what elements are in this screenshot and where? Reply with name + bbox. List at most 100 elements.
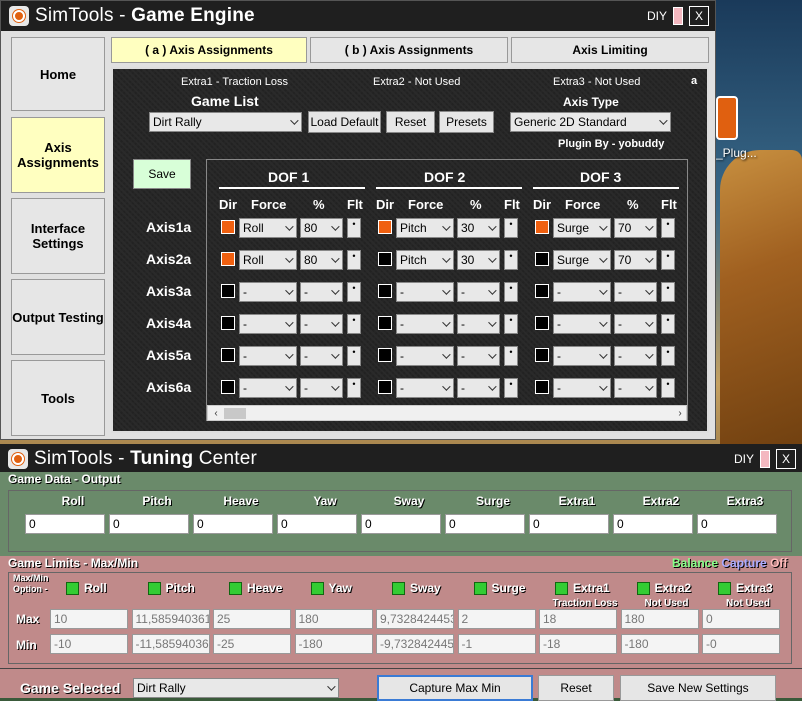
filter-button[interactable]: • bbox=[661, 378, 675, 398]
nav-output-testing[interactable]: Output Testing bbox=[11, 279, 105, 355]
direction-checkbox[interactable] bbox=[221, 348, 235, 362]
direction-checkbox[interactable] bbox=[221, 284, 235, 298]
limit-extra1-max[interactable]: 18 bbox=[539, 609, 617, 629]
percent-select[interactable]: - bbox=[457, 314, 500, 334]
tab-axis-limiting[interactable]: Axis Limiting bbox=[511, 37, 709, 63]
direction-checkbox[interactable] bbox=[378, 252, 392, 266]
limit-extra3-max[interactable]: 0 bbox=[702, 609, 780, 629]
direction-checkbox[interactable] bbox=[378, 316, 392, 330]
force-select[interactable]: Pitch bbox=[396, 250, 454, 270]
percent-select[interactable]: 30 bbox=[457, 250, 500, 270]
scrollbar-thumb[interactable] bbox=[224, 408, 246, 419]
direction-checkbox[interactable] bbox=[378, 380, 392, 394]
axis-type-select[interactable]: Generic 2D Standard bbox=[510, 112, 671, 132]
scroll-right-icon[interactable]: › bbox=[674, 408, 686, 420]
percent-select[interactable]: - bbox=[300, 346, 343, 366]
direction-checkbox[interactable] bbox=[221, 252, 235, 266]
limit-extra3-min[interactable]: -0 bbox=[702, 634, 780, 654]
direction-checkbox[interactable] bbox=[535, 348, 549, 362]
filter-button[interactable]: • bbox=[661, 282, 675, 302]
force-select[interactable]: - bbox=[396, 346, 454, 366]
percent-select[interactable]: 30 bbox=[457, 218, 500, 238]
nav-interface-settings[interactable]: Interface Settings bbox=[11, 198, 105, 274]
percent-select[interactable]: 70 bbox=[614, 218, 657, 238]
desktop-icon-label[interactable]: _Plug... bbox=[716, 146, 757, 160]
limit-extra2-min[interactable]: -180 bbox=[620, 634, 699, 654]
save-button[interactable]: Save bbox=[133, 159, 191, 189]
tab-axis-assignments-a[interactable]: ( a ) Axis Assignments bbox=[111, 37, 307, 63]
limit-heave-checkbox[interactable] bbox=[229, 582, 242, 595]
filter-button[interactable]: • bbox=[504, 250, 518, 270]
limit-roll-min[interactable]: -10 bbox=[50, 634, 128, 654]
limit-extra1-checkbox[interactable] bbox=[555, 582, 568, 595]
force-select[interactable]: - bbox=[553, 346, 611, 366]
direction-checkbox[interactable] bbox=[378, 348, 392, 362]
scroll-left-icon[interactable]: ‹ bbox=[210, 408, 222, 420]
limit-sway-max[interactable]: 9,7328424453 bbox=[376, 609, 454, 629]
limit-surge-min[interactable]: -1 bbox=[457, 634, 536, 654]
limit-surge-max[interactable]: 2 bbox=[457, 609, 536, 629]
filter-button[interactable]: • bbox=[347, 282, 361, 302]
game-engine-titlebar[interactable]: SimTools - Game Engine DIY X bbox=[1, 1, 715, 31]
force-select[interactable]: Surge bbox=[553, 250, 611, 270]
dof-grid-scrollbar[interactable]: ‹ › bbox=[207, 405, 687, 421]
load-default-button[interactable]: Load Default bbox=[308, 111, 381, 133]
direction-checkbox[interactable] bbox=[535, 380, 549, 394]
direction-checkbox[interactable] bbox=[378, 284, 392, 298]
desktop-plugin-icon[interactable] bbox=[716, 96, 738, 140]
percent-select[interactable]: - bbox=[300, 314, 343, 334]
direction-checkbox[interactable] bbox=[535, 284, 549, 298]
percent-select[interactable]: 80 bbox=[300, 250, 343, 270]
filter-button[interactable]: • bbox=[504, 378, 518, 398]
filter-button[interactable]: • bbox=[347, 314, 361, 334]
force-select[interactable]: - bbox=[396, 314, 454, 334]
direction-checkbox[interactable] bbox=[535, 220, 549, 234]
tab-axis-assignments-b[interactable]: ( b ) Axis Assignments bbox=[310, 37, 508, 63]
filter-button[interactable]: • bbox=[661, 250, 675, 270]
save-new-settings-button[interactable]: Save New Settings bbox=[620, 675, 776, 701]
tuning-titlebar[interactable]: SimTools - Tuning Center DIY X bbox=[0, 444, 802, 474]
percent-select[interactable]: 80 bbox=[300, 218, 343, 238]
limit-sway-checkbox[interactable] bbox=[392, 582, 405, 595]
nav-tools[interactable]: Tools bbox=[11, 360, 105, 436]
limit-yaw-checkbox[interactable] bbox=[310, 582, 324, 595]
close-button[interactable]: X bbox=[776, 449, 796, 469]
percent-select[interactable]: - bbox=[614, 282, 657, 302]
reset-button[interactable]: Reset bbox=[386, 111, 435, 133]
reset-button[interactable]: Reset bbox=[538, 675, 614, 701]
filter-button[interactable]: • bbox=[661, 346, 675, 366]
percent-select[interactable]: - bbox=[614, 314, 657, 334]
presets-button[interactable]: Presets bbox=[439, 111, 494, 133]
force-select[interactable]: Roll bbox=[239, 250, 297, 270]
force-select[interactable]: - bbox=[396, 282, 454, 302]
close-button[interactable]: X bbox=[689, 6, 709, 26]
percent-select[interactable]: 70 bbox=[614, 250, 657, 270]
limit-sway-min[interactable]: -9,7328424453 bbox=[376, 634, 454, 654]
direction-checkbox[interactable] bbox=[535, 252, 549, 266]
force-select[interactable]: Pitch bbox=[396, 218, 454, 238]
percent-select[interactable]: - bbox=[457, 346, 500, 366]
filter-button[interactable]: • bbox=[661, 218, 675, 238]
limit-heave-max[interactable]: 25 bbox=[213, 609, 291, 629]
limit-roll-max[interactable]: 10 bbox=[50, 609, 128, 629]
nav-axis-assignments[interactable]: Axis Assignments bbox=[11, 117, 105, 193]
force-select[interactable]: - bbox=[239, 378, 297, 398]
game-list-select[interactable]: Dirt Rally bbox=[149, 112, 302, 132]
force-select[interactable]: Roll bbox=[239, 218, 297, 238]
direction-checkbox[interactable] bbox=[378, 220, 392, 234]
filter-button[interactable]: • bbox=[661, 314, 675, 334]
filter-button[interactable]: • bbox=[347, 346, 361, 366]
limit-extra3-checkbox[interactable] bbox=[718, 582, 731, 595]
limit-surge-checkbox[interactable] bbox=[473, 582, 487, 595]
direction-checkbox[interactable] bbox=[221, 380, 235, 394]
filter-button[interactable]: • bbox=[347, 250, 361, 270]
limit-pitch-min[interactable]: -11,585940361 bbox=[131, 634, 210, 654]
percent-select[interactable]: - bbox=[457, 378, 500, 398]
filter-button[interactable]: • bbox=[347, 218, 361, 238]
force-select[interactable]: - bbox=[553, 314, 611, 334]
force-select[interactable]: - bbox=[239, 346, 297, 366]
limit-extra2-max[interactable]: 180 bbox=[620, 609, 699, 629]
game-selected-select[interactable]: Dirt Rally bbox=[133, 678, 339, 698]
direction-checkbox[interactable] bbox=[221, 316, 235, 330]
percent-select[interactable]: - bbox=[300, 282, 343, 302]
